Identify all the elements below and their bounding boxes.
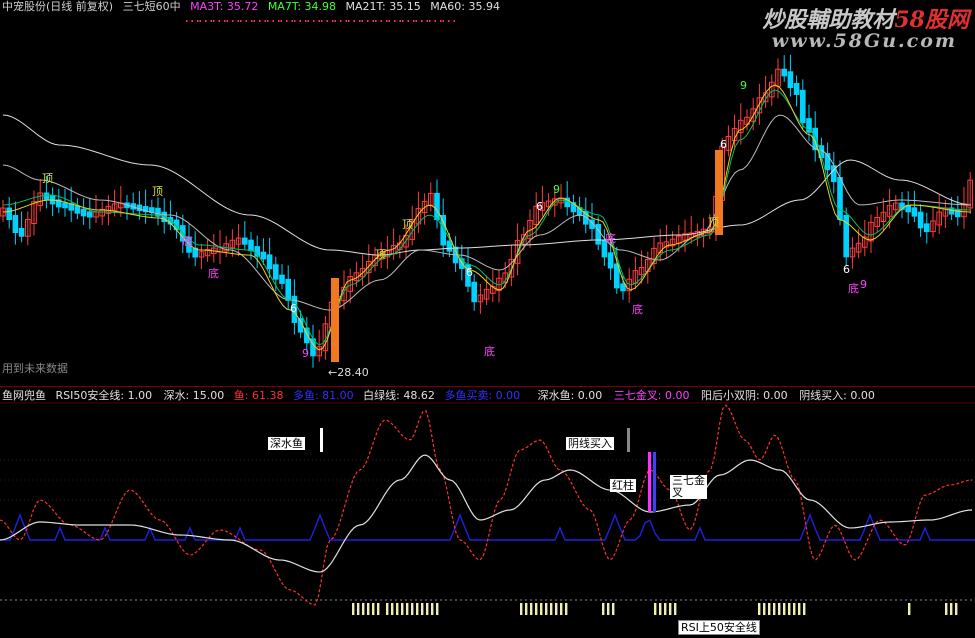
rsi-safe-bar [406,603,409,615]
rsi-safe-bar [803,603,806,615]
rsi-safe-bar [540,603,543,615]
rsi-safe-bar [535,603,538,615]
rsi-safe-bar [674,603,677,615]
rsi-safe-bar [357,603,360,615]
rsi-safe-bar [607,603,610,615]
rsi-safe-bar [352,603,355,615]
red-column-marker [653,452,656,512]
rsi-safe-bar [372,603,375,615]
rsi-safe-bar [654,603,657,615]
rsi-safe-bar [778,603,781,615]
rsi-safe-bar [386,603,389,615]
label-yin-buy: 阴线买入 [566,437,614,450]
fish-red-dashed-line [0,404,973,606]
rsi-safe-bar [602,603,605,615]
rsi-safe-bar [612,603,615,615]
rsi-safe-bar [377,603,380,615]
gold-cross-column [648,452,651,512]
rsi-safe-bar [550,603,553,615]
rsi-safe-bar [421,603,424,615]
rsi-safe-bar [783,603,786,615]
rsi-safe-bar [362,603,365,615]
rsi-safe-bar [950,603,953,615]
rsi-safe-bar [908,603,911,615]
rsi-safe-bar [788,603,791,615]
rsi-safe-bar [669,603,672,615]
rsi-safe-bar [768,603,771,615]
rsi-safe-bar [945,603,948,615]
white-green-line [0,454,973,573]
yin-buy-marker [627,428,630,452]
rsi-safe-bar [798,603,801,615]
rsi-safe-bar [758,603,761,615]
rsi-safe-bar [555,603,558,615]
rsi-safe-bar [763,603,766,615]
label-rsi-safe: RSI上50安全线 [678,620,760,635]
indicator-chart[interactable] [0,0,975,638]
rsi-safe-bar [436,603,439,615]
rsi-safe-bar [525,603,528,615]
rsi-safe-bar [367,603,370,615]
rsi-safe-bar [664,603,667,615]
rsi-safe-bar [793,603,796,615]
label-gold-cross: 三七金 叉 [670,475,707,499]
label-deep-water-fish: 深水鱼 [268,437,305,450]
rsi-safe-bar [659,603,662,615]
rsi-safe-bar [520,603,523,615]
rsi-safe-bar [955,603,958,615]
label-red-column: 红柱 [610,479,636,492]
rsi-safe-bar [565,603,568,615]
rsi-safe-bar [411,603,414,615]
rsi-safe-bar [773,603,776,615]
rsi-safe-bar [545,603,548,615]
label-gold-cross-line2: 叉 [672,486,683,499]
rsi-safe-bar [530,603,533,615]
rsi-safe-bar [391,603,394,615]
rsi-safe-bar [416,603,419,615]
deep-water-marker [320,428,323,452]
rsi-safe-bar [560,603,563,615]
rsi-safe-bar [431,603,434,615]
rsi-safe-bar [401,603,404,615]
rsi-safe-bar [396,603,399,615]
rsi-safe-bar [426,603,429,615]
